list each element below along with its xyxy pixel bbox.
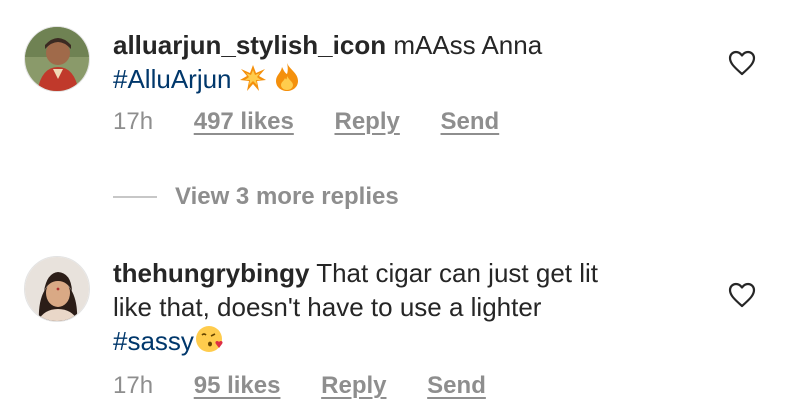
comment-time: 17h [113,372,154,399]
comment-body-line2: like that, doesn't have to use a lighter [113,292,542,322]
face-blowing-kiss-emoji [194,324,224,362]
comment-body-line1: That cigar can just get lit [316,258,599,288]
send-button[interactable]: Send [427,372,486,400]
comment-text: thehungrybingy That cigar can just get l… [113,256,598,362]
heart-outline-icon[interactable] [728,282,756,308]
avatar[interactable] [24,256,90,322]
comment-username[interactable]: thehungrybingy [113,258,309,288]
hashtag-link[interactable]: #sassy [113,326,194,356]
comment-meta: 17h 95 likes Reply Send [113,372,520,400]
likes-count-link[interactable]: 95 likes [194,372,281,400]
comment-item: thehungrybingy That cigar can just get l… [0,0,800,419]
reply-button[interactable]: Reply [321,372,386,400]
